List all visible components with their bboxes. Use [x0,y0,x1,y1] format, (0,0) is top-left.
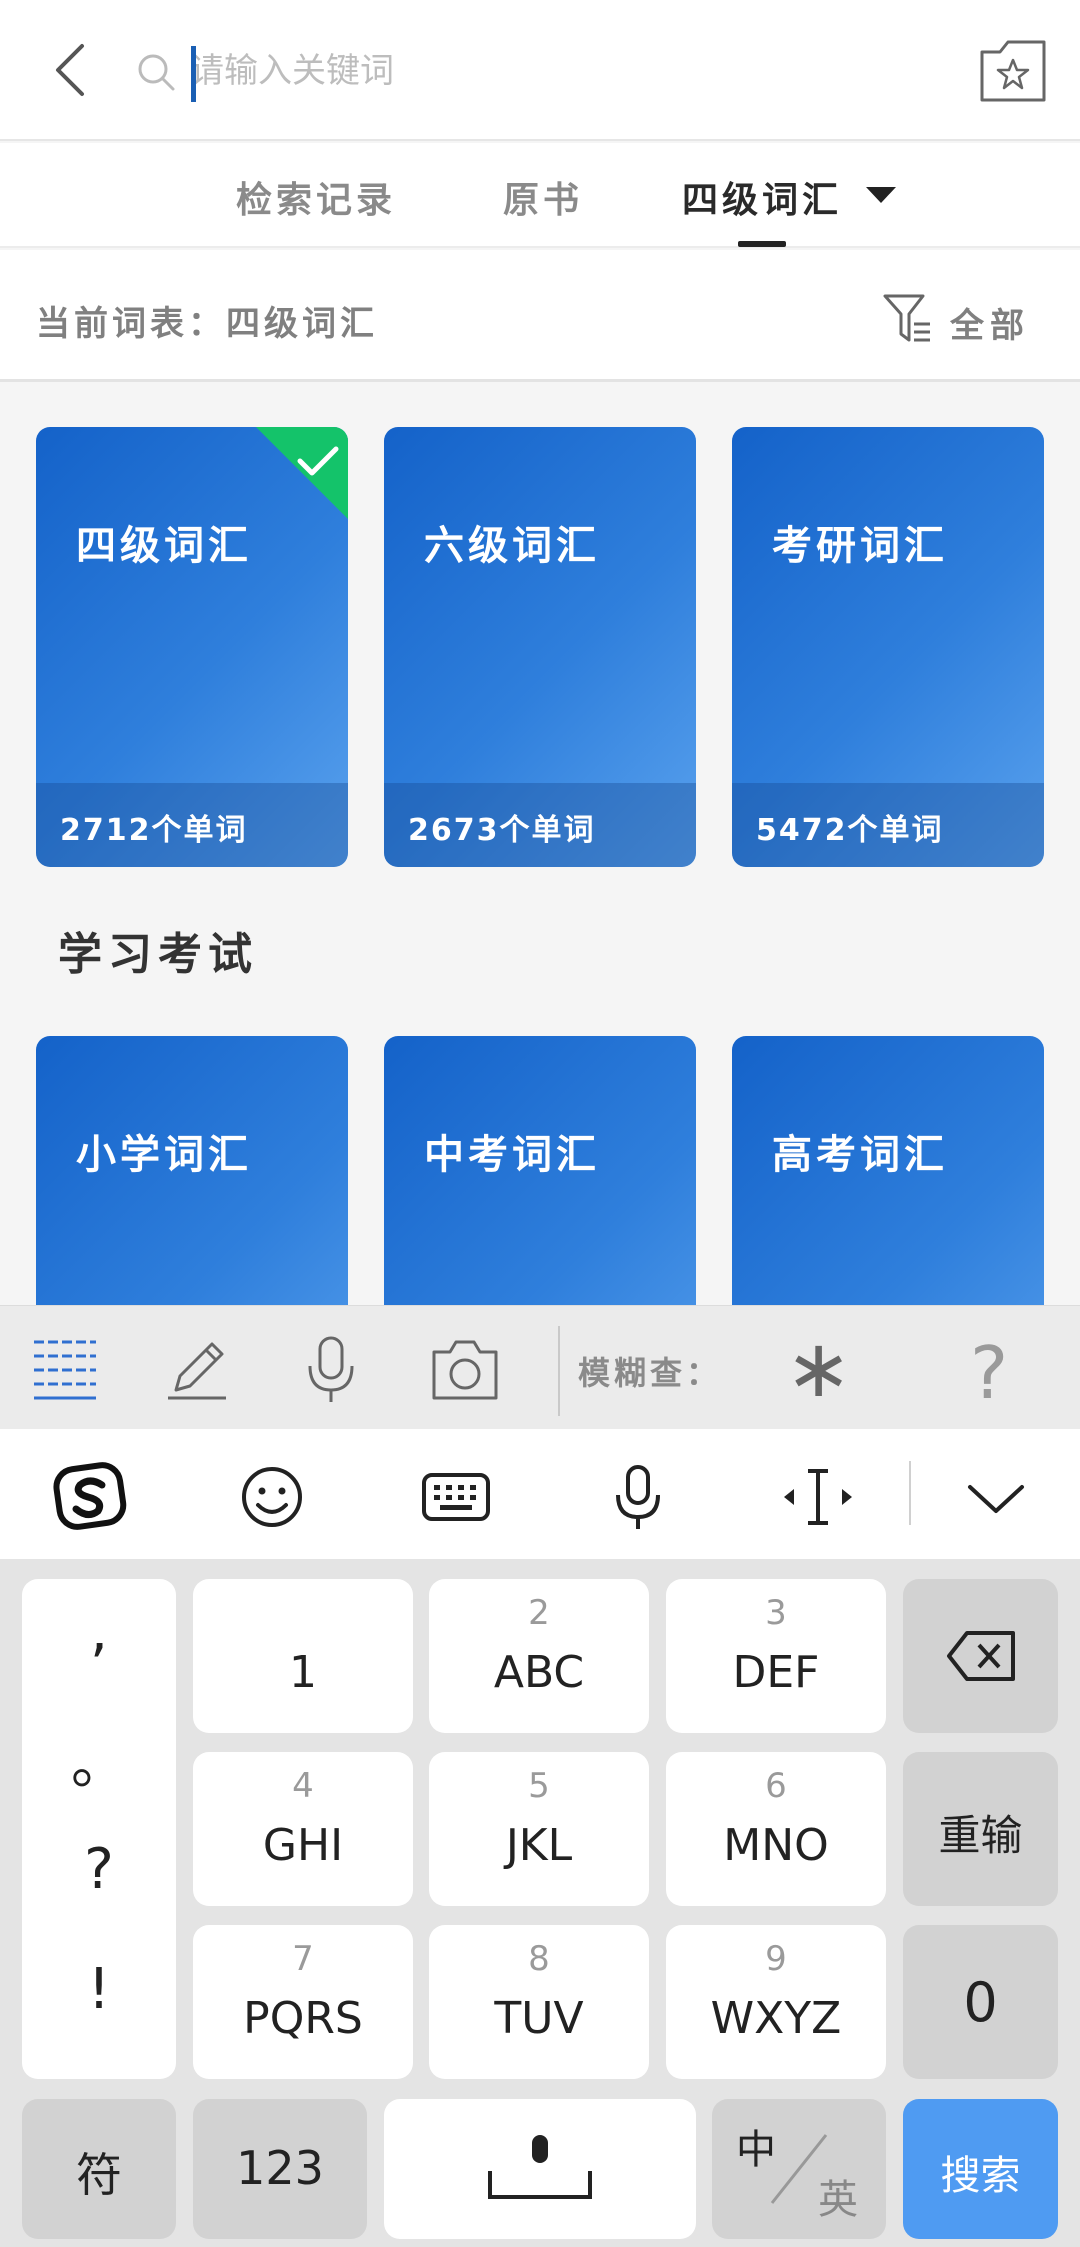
backspace-icon [947,1631,1015,1681]
key-letters: JKL [505,1820,573,1871]
emoji-icon[interactable] [234,1459,310,1535]
input-tool-bar: 模糊查： ∗ ? [0,1305,1080,1429]
key-number: 5 [528,1766,550,1806]
key-5[interactable]: 5 JKL [429,1752,649,1906]
search-input[interactable] [190,38,890,104]
fuzzy-search-label: 模糊查： [578,1354,723,1392]
word-list-card-cet4[interactable]: 四级词汇 2712个单词 [36,427,348,867]
card-title: 小学词汇 [76,1132,252,1178]
card-title: 高考词汇 [772,1132,948,1178]
tab-bar: 检索记录 原书 四级词汇 [0,143,1080,248]
word-count: 2712个单词 [60,813,248,848]
search-icon [138,54,175,91]
collapse-keyboard-icon[interactable] [958,1459,1034,1535]
active-tab-indicator [738,241,786,247]
card-footer: 5472个单词 [732,783,1044,867]
key-label: 搜索 [940,2153,1021,2199]
card-footer: 2673个单词 [384,783,696,867]
card-title: 六级词汇 [424,523,600,569]
camera-icon[interactable] [430,1334,500,1404]
punctuation-column[interactable]: , 。 ? ! [22,1579,176,2079]
question-key[interactable]: ? [22,1837,176,1902]
language-switch-key[interactable]: 中 英 [712,2099,886,2239]
section-title: 学习考试 [58,929,258,980]
card-footer: 2712个单词 [36,783,348,867]
word-list-card-cet6[interactable]: 六级词汇 2673个单词 [384,427,696,867]
list-lines-icon[interactable] [30,1334,100,1404]
wildcard-star-button[interactable]: ∗ [785,1324,852,1414]
filter-icon[interactable] [882,292,932,346]
key-number: 3 [765,1593,787,1633]
key-number: 7 [292,1939,314,1979]
microphone-icon[interactable] [296,1334,366,1404]
checkmark-icon [297,446,339,476]
key-9[interactable]: 9 WXYZ [666,1925,886,2079]
key-1[interactable]: 1 [193,1579,413,1733]
tab-original-book[interactable]: 原书 [503,171,583,223]
keyboard: , 。 ? ! 1 2 ABC 3 DEF 4 GHI 5 JKL 6 MNO … [0,1559,1080,2247]
period-key[interactable]: 。 [22,1719,176,1800]
search-bar [0,0,1080,141]
current-list-label: 当前词表：四级词汇 [36,304,378,344]
card-title: 考研词汇 [772,523,948,569]
key-4[interactable]: 4 GHI [193,1752,413,1906]
number-mode-key[interactable]: 123 [193,2099,367,2239]
tab-search-history[interactable]: 检索记录 [236,171,396,223]
key-number: 4 [292,1766,314,1806]
filter-all-label[interactable]: 全部 [950,298,1030,347]
symbols-key[interactable]: 符 [22,2099,176,2239]
back-arrow-icon[interactable] [50,40,90,100]
favorites-folder-icon[interactable] [978,38,1048,106]
word-count: 5472个单词 [756,813,944,848]
key-letters: GHI [262,1820,344,1871]
key-label: 123 [236,2141,324,2195]
word-list-card-kaoyan[interactable]: 考研词汇 5472个单词 [732,427,1044,867]
lang-en-label: 英 [818,2177,858,2223]
toolbar-divider [558,1326,560,1416]
key-letters: 1 [289,1647,317,1698]
key-letters: PQRS [243,1993,363,2044]
key-6[interactable]: 6 MNO [666,1752,886,1906]
key-number: 2 [528,1593,550,1633]
key-letters: MNO [723,1820,829,1871]
key-label: 符 [76,2148,122,2202]
search-key[interactable]: 搜索 [903,2099,1058,2239]
word-count: 2673个单词 [408,813,596,848]
exclamation-key[interactable]: ! [22,1957,176,2022]
tab-cet4-vocabulary[interactable]: 四级词汇 [682,171,842,223]
key-7[interactable]: 7 PQRS [193,1925,413,2079]
card-title: 四级词汇 [76,523,252,569]
keyboard-layout-icon[interactable] [418,1459,494,1535]
keyboard-toolbar-divider [909,1461,911,1525]
key-3[interactable]: 3 DEF [666,1579,886,1733]
pencil-icon[interactable] [162,1334,232,1404]
current-list-row: 当前词表：四级词汇 全部 [0,250,1080,382]
key-label: 重输 [938,1811,1023,1860]
sogou-logo-icon[interactable] [52,1459,128,1535]
card-title: 中考词汇 [424,1132,600,1178]
comma-key[interactable]: , [22,1599,176,1664]
wildcard-question-button[interactable]: ? [970,1328,1008,1418]
cursor-move-icon[interactable] [780,1459,856,1535]
key-letters: TUV [494,1993,584,2044]
key-number: 6 [765,1766,787,1806]
space-key[interactable] [384,2099,696,2239]
voice-input-icon[interactable] [600,1459,676,1535]
key-0[interactable]: 0 [903,1925,1058,2079]
key-2[interactable]: 2 ABC [429,1579,649,1733]
key-number: 8 [528,1939,550,1979]
reset-key[interactable]: 重输 [903,1752,1058,1906]
key-8[interactable]: 8 TUV [429,1925,649,2079]
keyboard-toolbar [0,1429,1080,1559]
key-number: 9 [765,1939,787,1979]
text-caret [191,46,196,102]
space-voice-icon [488,2135,592,2199]
key-label: 0 [963,1971,998,2034]
key-letters: WXYZ [710,1993,842,2044]
key-letters: DEF [732,1647,820,1698]
dropdown-arrow-icon[interactable] [866,187,896,203]
backspace-key[interactable] [903,1579,1058,1733]
key-letters: ABC [493,1647,585,1698]
